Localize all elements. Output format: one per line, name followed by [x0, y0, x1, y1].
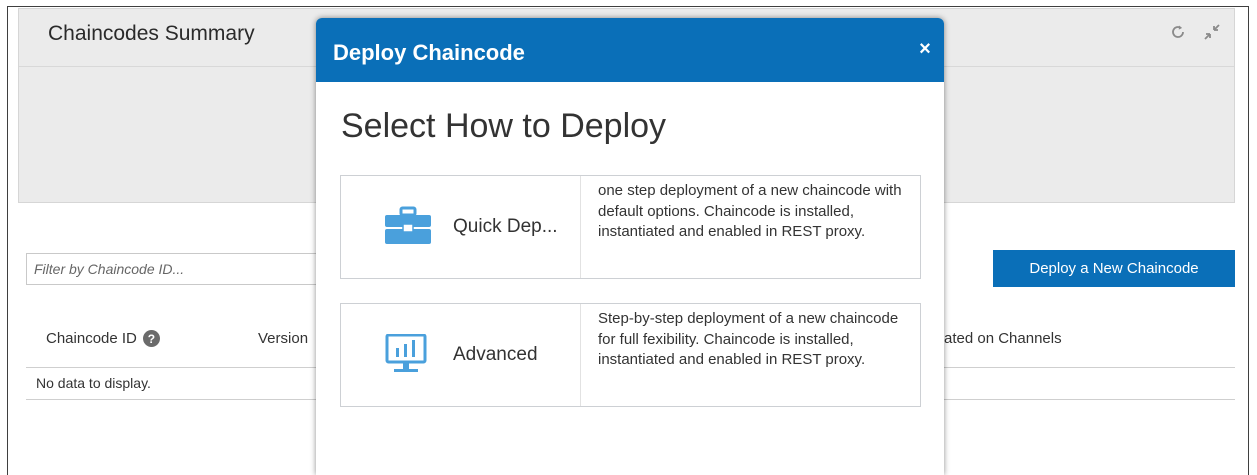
- column-version[interactable]: Version: [258, 330, 308, 347]
- quick-deploy-description: one step deployment of a new chaincode w…: [598, 182, 902, 240]
- advanced-option[interactable]: Advanced Step-by-step deployment of a ne…: [340, 303, 921, 407]
- quick-deploy-left[interactable]: Quick Dep...: [341, 176, 581, 278]
- panel-title: Chaincodes Summary: [48, 22, 255, 45]
- close-icon[interactable]: ×: [915, 38, 935, 60]
- advanced-left[interactable]: Advanced: [341, 304, 581, 406]
- advanced-description: Step-by-step deployment of a new chainco…: [598, 310, 899, 368]
- monitor-chart-icon: [384, 333, 432, 374]
- deploy-chaincode-modal: Deploy Chaincode × Select How to Deploy …: [316, 18, 944, 475]
- column-chaincode-id[interactable]: Chaincode ID ?: [46, 330, 160, 347]
- modal-title: Deploy Chaincode: [333, 40, 525, 65]
- collapse-icon[interactable]: [1203, 23, 1221, 41]
- briefcase-icon: [384, 206, 432, 246]
- refresh-icon[interactable]: [1169, 23, 1187, 41]
- deploy-new-chaincode-button[interactable]: Deploy a New Chaincode: [993, 250, 1235, 287]
- advanced-label: Advanced: [453, 344, 538, 365]
- filter-input[interactable]: [26, 253, 326, 285]
- quick-deploy-label: Quick Dep...: [453, 216, 558, 237]
- column-chaincode-id-label: Chaincode ID: [46, 330, 137, 347]
- modal-heading: Select How to Deploy: [341, 107, 667, 145]
- column-channels[interactable]: ated on Channels: [944, 330, 1062, 347]
- quick-deploy-option[interactable]: Quick Dep... one step deployment of a ne…: [340, 175, 921, 279]
- help-icon[interactable]: ?: [142, 330, 160, 347]
- modal-header: Deploy Chaincode ×: [316, 18, 944, 82]
